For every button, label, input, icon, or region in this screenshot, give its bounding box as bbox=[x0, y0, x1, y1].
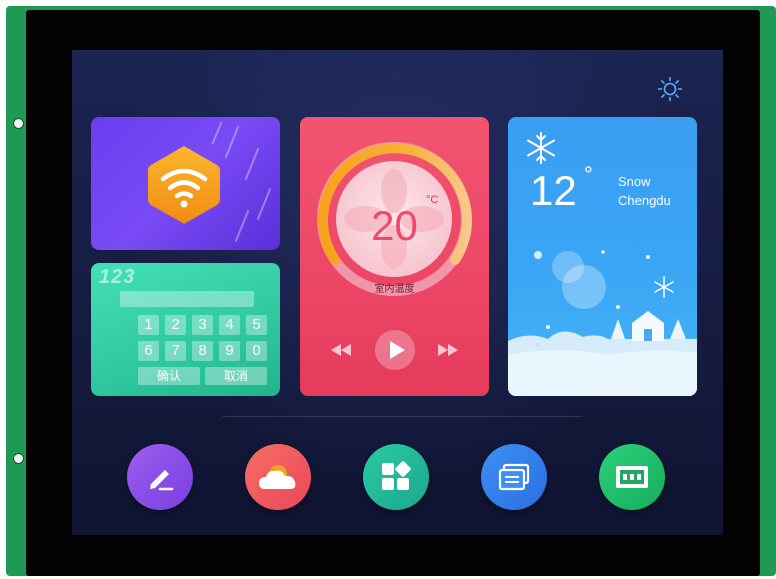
sun-icon[interactable] bbox=[657, 76, 683, 102]
weather-illustration bbox=[508, 250, 697, 396]
cancel-button[interactable]: 取消 bbox=[205, 367, 267, 385]
weather-condition: Snow bbox=[618, 174, 651, 189]
key-0[interactable]: 0 bbox=[246, 341, 267, 361]
keypad-display[interactable] bbox=[120, 291, 254, 307]
abc-board-icon bbox=[616, 466, 648, 488]
key-4[interactable]: 4 bbox=[219, 315, 240, 335]
abc-button[interactable] bbox=[599, 444, 665, 510]
cloud-button[interactable] bbox=[245, 444, 311, 510]
keypad-title: 123 bbox=[99, 266, 136, 288]
mount-hole bbox=[13, 453, 24, 464]
temperature-value: 20 bbox=[371, 202, 418, 249]
dock-separator bbox=[222, 416, 582, 417]
wifi-icon bbox=[148, 146, 220, 224]
key-8[interactable]: 8 bbox=[192, 341, 213, 361]
screen: 123 1 2 3 4 5 6 7 8 9 0 确认 取消 20 °C 室内温度… bbox=[72, 50, 723, 535]
fast-forward-icon[interactable] bbox=[437, 343, 459, 357]
thermostat-tile: 20 °C 室内温度 bbox=[300, 117, 489, 396]
key-7[interactable]: 7 bbox=[165, 341, 186, 361]
mount-hole bbox=[13, 118, 24, 129]
rain-streak bbox=[224, 125, 240, 159]
key-1[interactable]: 1 bbox=[138, 315, 159, 335]
rewind-icon[interactable] bbox=[330, 343, 352, 357]
pen-icon bbox=[150, 470, 174, 491]
apps-grid-icon bbox=[382, 461, 411, 490]
key-3[interactable]: 3 bbox=[192, 315, 213, 335]
stack-button[interactable] bbox=[481, 444, 547, 510]
weather-city: Chengdu bbox=[618, 193, 671, 208]
key-9[interactable]: 9 bbox=[219, 341, 240, 361]
apps-button[interactable] bbox=[363, 444, 429, 510]
key-5[interactable]: 5 bbox=[246, 315, 267, 335]
rain-streak bbox=[234, 209, 250, 243]
keypad-tile: 123 1 2 3 4 5 6 7 8 9 0 确认 取消 bbox=[91, 263, 280, 396]
stack-icon bbox=[498, 463, 530, 491]
cloud-icon bbox=[259, 465, 296, 489]
pen-button[interactable] bbox=[127, 444, 193, 510]
indoor-temperature-label: 室内温度 bbox=[374, 284, 415, 295]
key-6[interactable]: 6 bbox=[138, 341, 159, 361]
temperature-unit: °C bbox=[426, 194, 439, 206]
play-button[interactable] bbox=[374, 329, 416, 371]
rain-streak bbox=[211, 121, 223, 145]
key-2[interactable]: 2 bbox=[165, 315, 186, 335]
weather-degree: ° bbox=[584, 162, 593, 187]
snowflake-icon bbox=[527, 132, 555, 164]
confirm-button[interactable]: 确认 bbox=[138, 367, 200, 385]
rain-streak bbox=[244, 147, 260, 181]
weather-tile[interactable]: 12 ° Snow Chengdu bbox=[508, 117, 697, 396]
weather-temperature: 12 bbox=[530, 167, 577, 214]
rain-streak bbox=[256, 187, 272, 221]
wifi-tile[interactable] bbox=[91, 117, 280, 250]
